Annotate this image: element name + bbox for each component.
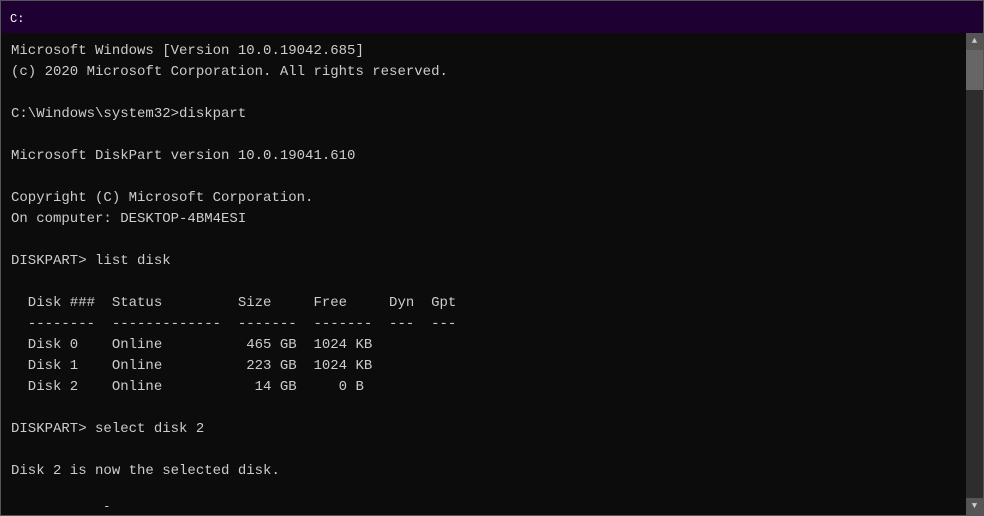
scroll-up-arrow[interactable]: ▲ — [966, 33, 983, 50]
terminal-line: (c) 2020 Microsoft Corporation. All righ… — [11, 62, 973, 83]
terminal-body[interactable]: Microsoft Windows [Version 10.0.19042.68… — [1, 33, 983, 515]
terminal-line-empty — [11, 482, 973, 503]
terminal-line-clean: DISKPART> clean — [11, 503, 973, 507]
terminal-line: Copyright (C) Microsoft Corporation. — [11, 188, 973, 209]
terminal-line: DISKPART> select disk 2 — [11, 419, 973, 440]
scroll-down-arrow[interactable]: ▼ — [966, 498, 983, 515]
terminal-line: -------- ------------- ------- ------- -… — [11, 314, 973, 335]
terminal-line-empty — [11, 125, 973, 146]
terminal-line-empty — [11, 272, 973, 293]
terminal-line-empty — [11, 398, 973, 419]
terminal-line: C:\Windows\system32>diskpart — [11, 104, 973, 125]
terminal-line: Disk 0 Online 465 GB 1024 KB — [11, 335, 973, 356]
terminal-line: On computer: DESKTOP-4BM4ESI — [11, 209, 973, 230]
terminal-content: Microsoft Windows [Version 10.0.19042.68… — [11, 41, 973, 507]
terminal-line-empty — [11, 167, 973, 188]
terminal-line-empty — [11, 440, 973, 461]
terminal-line: DISKPART> list disk — [11, 251, 973, 272]
terminal-line-empty — [11, 230, 973, 251]
terminal-line: Disk 1 Online 223 GB 1024 KB — [11, 356, 973, 377]
title-bar-left: C: — [9, 9, 31, 25]
minimize-button[interactable] — [837, 1, 883, 33]
close-button[interactable] — [929, 1, 975, 33]
scrollbar-track[interactable] — [966, 50, 983, 498]
command-prompt-window: C: Microsoft Windows [Version 10.0.19042… — [0, 0, 984, 516]
terminal-line: Disk 2 is now the selected disk. — [11, 461, 973, 482]
terminal-line: Microsoft Windows [Version 10.0.19042.68… — [11, 41, 973, 62]
cmd-icon: C: — [9, 9, 25, 25]
title-controls — [837, 1, 975, 33]
terminal-line-empty — [11, 83, 973, 104]
title-bar: C: — [1, 1, 983, 33]
terminal-line: Microsoft DiskPart version 10.0.19041.61… — [11, 146, 973, 167]
scrollbar[interactable]: ▲ ▼ — [966, 33, 983, 515]
terminal-line: Disk ### Status Size Free Dyn Gpt — [11, 293, 973, 314]
terminal-line: Disk 2 Online 14 GB 0 B — [11, 377, 973, 398]
svg-text:C:: C: — [10, 12, 24, 25]
maximize-button[interactable] — [883, 1, 929, 33]
scrollbar-thumb[interactable] — [966, 50, 983, 90]
